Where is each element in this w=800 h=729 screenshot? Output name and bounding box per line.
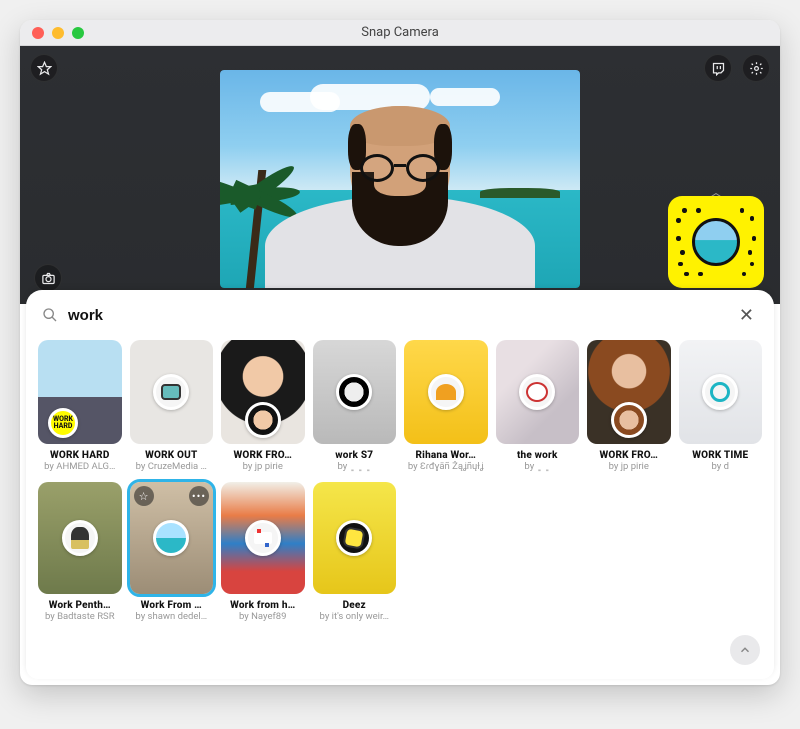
lens-author: by ﮼ ﮼ ﮼	[313, 461, 397, 472]
lens-name: work S7	[313, 450, 397, 461]
lens-author: by d	[679, 461, 763, 472]
lens-author: by jp pirie	[221, 461, 305, 472]
lens-avatar	[62, 520, 98, 556]
lens-name: WORK OUT	[130, 450, 214, 461]
lens-author: by Ɛɾđɣāñ Žąʝñųłʝ	[404, 461, 488, 472]
lens-author: by CruzeMedia …	[130, 461, 214, 472]
lens-author: by Badtaste RSR	[38, 611, 122, 622]
lens-card[interactable]: WORK OUT by CruzeMedia …	[130, 340, 214, 472]
lens-avatar	[702, 374, 738, 410]
lens-card[interactable]: Deez by it's only weir…	[313, 482, 397, 622]
lens-avatar: WORKHARD	[48, 408, 78, 438]
lens-avatar	[153, 374, 189, 410]
lens-author: by ﮼ ﮼	[496, 461, 580, 472]
titlebar: Snap Camera	[20, 20, 780, 46]
lens-card-selected[interactable]: ☆ ••• Work From … by shawn dedel…	[130, 482, 214, 622]
favorite-lens-button[interactable]: ☆	[134, 486, 154, 506]
lens-name: Work from h…	[221, 600, 305, 611]
app-window: Snap Camera	[20, 20, 780, 685]
lens-avatar	[519, 374, 555, 410]
close-window-button[interactable]	[32, 27, 44, 39]
window-title: Snap Camera	[20, 25, 780, 40]
lens-grid: WORKHARD WORK HARD by AHMED ALG… WORK OU…	[26, 334, 774, 632]
lens-name: Work From …	[130, 600, 214, 611]
snapcode[interactable]: ︿	[668, 190, 764, 290]
lens-card[interactable]: WORKHARD WORK HARD by AHMED ALG…	[38, 340, 122, 472]
lens-card[interactable]: Work Penth… by Badtaste RSR	[38, 482, 122, 622]
lens-card[interactable]: Rihana Wor… by Ɛɾđɣāñ Žąʝñųłʝ	[404, 340, 488, 472]
chevron-up-icon	[738, 643, 752, 657]
lens-name: Work Penth…	[38, 600, 122, 611]
camera-icon	[41, 271, 56, 286]
maximize-window-button[interactable]	[72, 27, 84, 39]
clear-search-button[interactable]: ✕	[735, 305, 758, 326]
window-controls	[20, 27, 84, 39]
scroll-to-top-button[interactable]	[730, 635, 760, 665]
close-icon: ✕	[739, 305, 754, 326]
twitch-button[interactable]	[704, 54, 732, 82]
lens-card[interactable]: WORK TIME by d	[679, 340, 763, 472]
lens-card[interactable]: WORK FRO… by jp pirie	[587, 340, 671, 472]
lens-avatar	[336, 520, 372, 556]
lens-name: the work	[496, 450, 580, 461]
lens-name: WORK FRO…	[587, 450, 671, 461]
star-icon: ☆	[139, 490, 149, 503]
favorites-button[interactable]	[30, 54, 58, 82]
lens-avatar	[336, 374, 372, 410]
lens-card[interactable]: Work from h… by Nayef89	[221, 482, 305, 622]
snapcode-icon	[692, 218, 740, 266]
lens-name: Rihana Wor…	[404, 450, 488, 461]
settings-button[interactable]	[742, 54, 770, 82]
lens-name: WORK FRO…	[221, 450, 305, 461]
lens-author: by shawn dedel…	[130, 611, 214, 622]
lens-card[interactable]: the work by ﮼ ﮼	[496, 340, 580, 472]
preview-person	[265, 106, 535, 288]
lens-card[interactable]: work S7 by ﮼ ﮼ ﮼	[313, 340, 397, 472]
more-icon: •••	[192, 490, 206, 503]
gear-icon	[749, 61, 764, 76]
lens-avatar	[245, 402, 281, 438]
camera-preview-area: ︿	[20, 46, 780, 304]
lens-author: by Nayef89	[221, 611, 305, 622]
minimize-window-button[interactable]	[52, 27, 64, 39]
take-photo-button[interactable]	[34, 264, 62, 292]
lens-menu-button[interactable]: •••	[189, 486, 209, 506]
lens-name: Deez	[313, 600, 397, 611]
search-bar: ✕	[42, 302, 758, 328]
lens-browser-panel: ✕ WORKHARD WORK HARD by AHMED ALG… WORK …	[26, 290, 774, 679]
lens-author: by jp pirie	[587, 461, 671, 472]
lens-author: by it's only weir…	[313, 611, 397, 622]
lens-card[interactable]: WORK FRO… by jp pirie	[221, 340, 305, 472]
camera-preview	[220, 70, 580, 288]
lens-name: WORK HARD	[38, 450, 122, 461]
lens-avatar	[245, 520, 281, 556]
search-input[interactable]	[68, 307, 725, 324]
lens-avatar	[611, 402, 647, 438]
twitch-icon	[711, 61, 726, 76]
lens-avatar	[153, 520, 189, 556]
lens-author: by AHMED ALG…	[38, 461, 122, 472]
lens-avatar	[428, 374, 464, 410]
search-icon	[42, 307, 58, 323]
lens-name: WORK TIME	[679, 450, 763, 461]
star-icon	[37, 61, 52, 76]
